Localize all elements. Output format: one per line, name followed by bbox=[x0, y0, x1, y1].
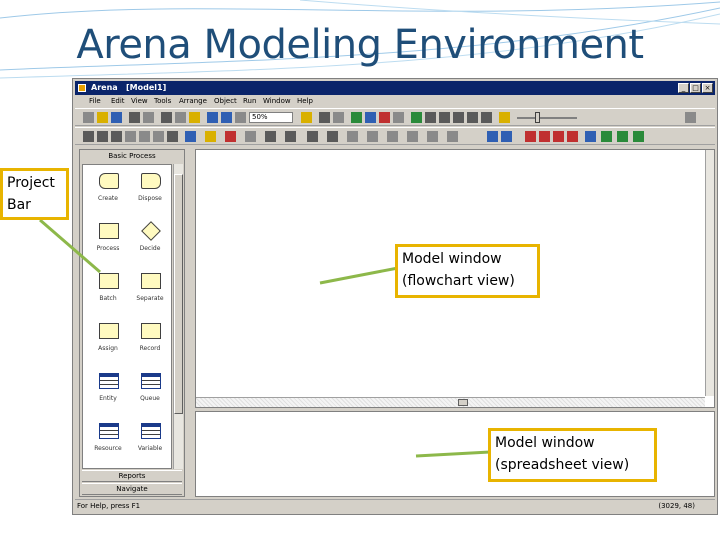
flowchart-connector bbox=[319, 266, 399, 285]
spreadsheet-connector bbox=[415, 450, 491, 458]
callout-spreadsheet-view: Model window (spreadsheet view) bbox=[488, 428, 657, 482]
callout-flowchart-view: Model window (flowchart view) bbox=[395, 244, 540, 298]
project-bar-connector bbox=[39, 218, 101, 274]
callout-project-bar: Project Bar bbox=[0, 168, 69, 220]
